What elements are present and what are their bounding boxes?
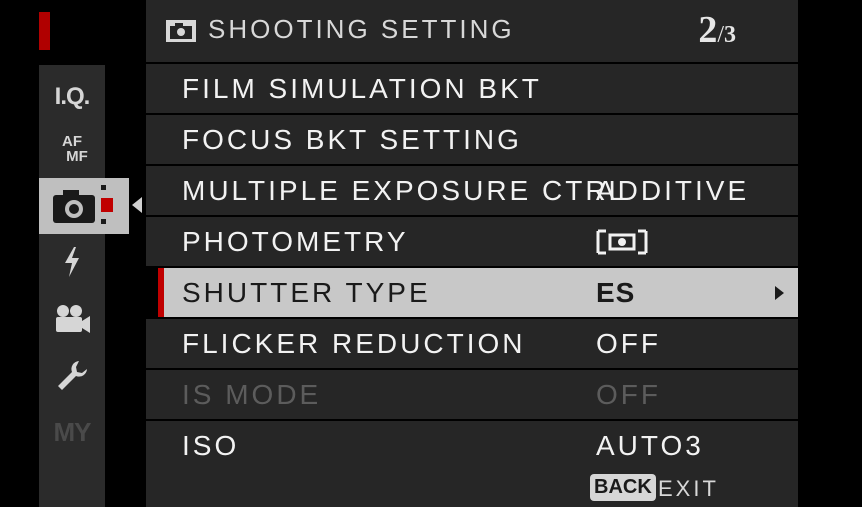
back-button[interactable]: BACK <box>590 474 656 501</box>
page-current: 2 <box>698 9 718 51</box>
menu-item-is-mode: IS MODE OFF <box>146 370 798 419</box>
page-title: SHOOTING SETTING <box>208 14 515 44</box>
camera-icon <box>166 20 196 42</box>
menu-item-label: PHOTOMETRY <box>182 226 409 257</box>
sidebar-item-setup[interactable] <box>39 353 105 397</box>
menu-item-film-simulation-bkt[interactable]: FILM SIMULATION BKT <box>146 64 798 113</box>
menu-item-label: FOCUS BKT SETTING <box>182 124 522 155</box>
menu-item-value: ES <box>596 277 636 308</box>
menu-item-value: OFF <box>596 328 661 359</box>
menu-item-iso[interactable]: ISO AUTO3 <box>146 421 798 470</box>
sidebar-item-image-quality[interactable]: I.Q. <box>39 75 105 119</box>
exit-label: EXIT <box>658 476 719 501</box>
wrench-icon <box>58 361 87 390</box>
menu-list: FILM SIMULATION BKT FOCUS BKT SETTING MU… <box>146 64 798 472</box>
chevron-right-icon <box>775 286 784 300</box>
menu-item-shutter-type[interactable]: SHUTTER TYPE ES <box>158 268 798 317</box>
sidebar-item-movie[interactable] <box>39 297 105 341</box>
selection-marker <box>158 268 164 317</box>
menu-item-value: OFF <box>596 379 661 410</box>
page-total: 3 <box>724 22 736 48</box>
sidebar-item-shooting-setting[interactable] <box>39 178 129 234</box>
menu-item-flicker-reduction[interactable]: FLICKER REDUCTION OFF <box>146 319 798 368</box>
page-separator: / <box>717 22 724 48</box>
flash-icon <box>65 247 79 277</box>
menu-item-photometry[interactable]: PHOTOMETRY <box>146 217 798 266</box>
top-red-marker <box>39 12 50 50</box>
menu-item-label: ISO <box>182 430 240 461</box>
menu-item-value: AUTO3 <box>596 430 704 461</box>
menu-item-label: FILM SIMULATION BKT <box>182 73 542 104</box>
sidebar-item-label: I.Q. <box>54 83 91 110</box>
sidebar-item-my-menu[interactable]: MY <box>39 410 105 454</box>
sidebar-item-af-mf[interactable]: AF MF <box>39 127 105 171</box>
sidebar-item-flash[interactable] <box>39 240 105 284</box>
active-category-pointer <box>132 197 142 213</box>
menu-item-label: FLICKER REDUCTION <box>182 328 526 359</box>
menu-item-value: ADDITIVE <box>596 175 750 206</box>
menu-item-multiple-exposure-ctrl[interactable]: MULTIPLE EXPOSURE CTRL ADDITIVE <box>146 166 798 215</box>
sidebar-item-label: MY <box>53 416 92 447</box>
menu-item-focus-bkt-setting[interactable]: FOCUS BKT SETTING <box>146 115 798 164</box>
menu-header: SHOOTING SETTING 2/3 <box>146 0 798 62</box>
menu-footer: BACK EXIT <box>146 470 798 507</box>
multi-metering-icon <box>596 229 648 255</box>
sidebar-item-label-af: AF <box>62 133 82 150</box>
movie-camera-icon <box>56 305 90 333</box>
category-sidebar: I.Q. AF MF MY <box>39 65 129 507</box>
page-indicator: 2/3 <box>698 8 736 52</box>
menu-item-label: IS MODE <box>182 379 322 410</box>
menu-item-label: SHUTTER TYPE <box>182 277 431 308</box>
menu-item-label: MULTIPLE EXPOSURE CTRL <box>182 175 628 206</box>
sidebar-item-label-mf: MF <box>66 148 88 165</box>
camera-icon <box>53 185 113 224</box>
